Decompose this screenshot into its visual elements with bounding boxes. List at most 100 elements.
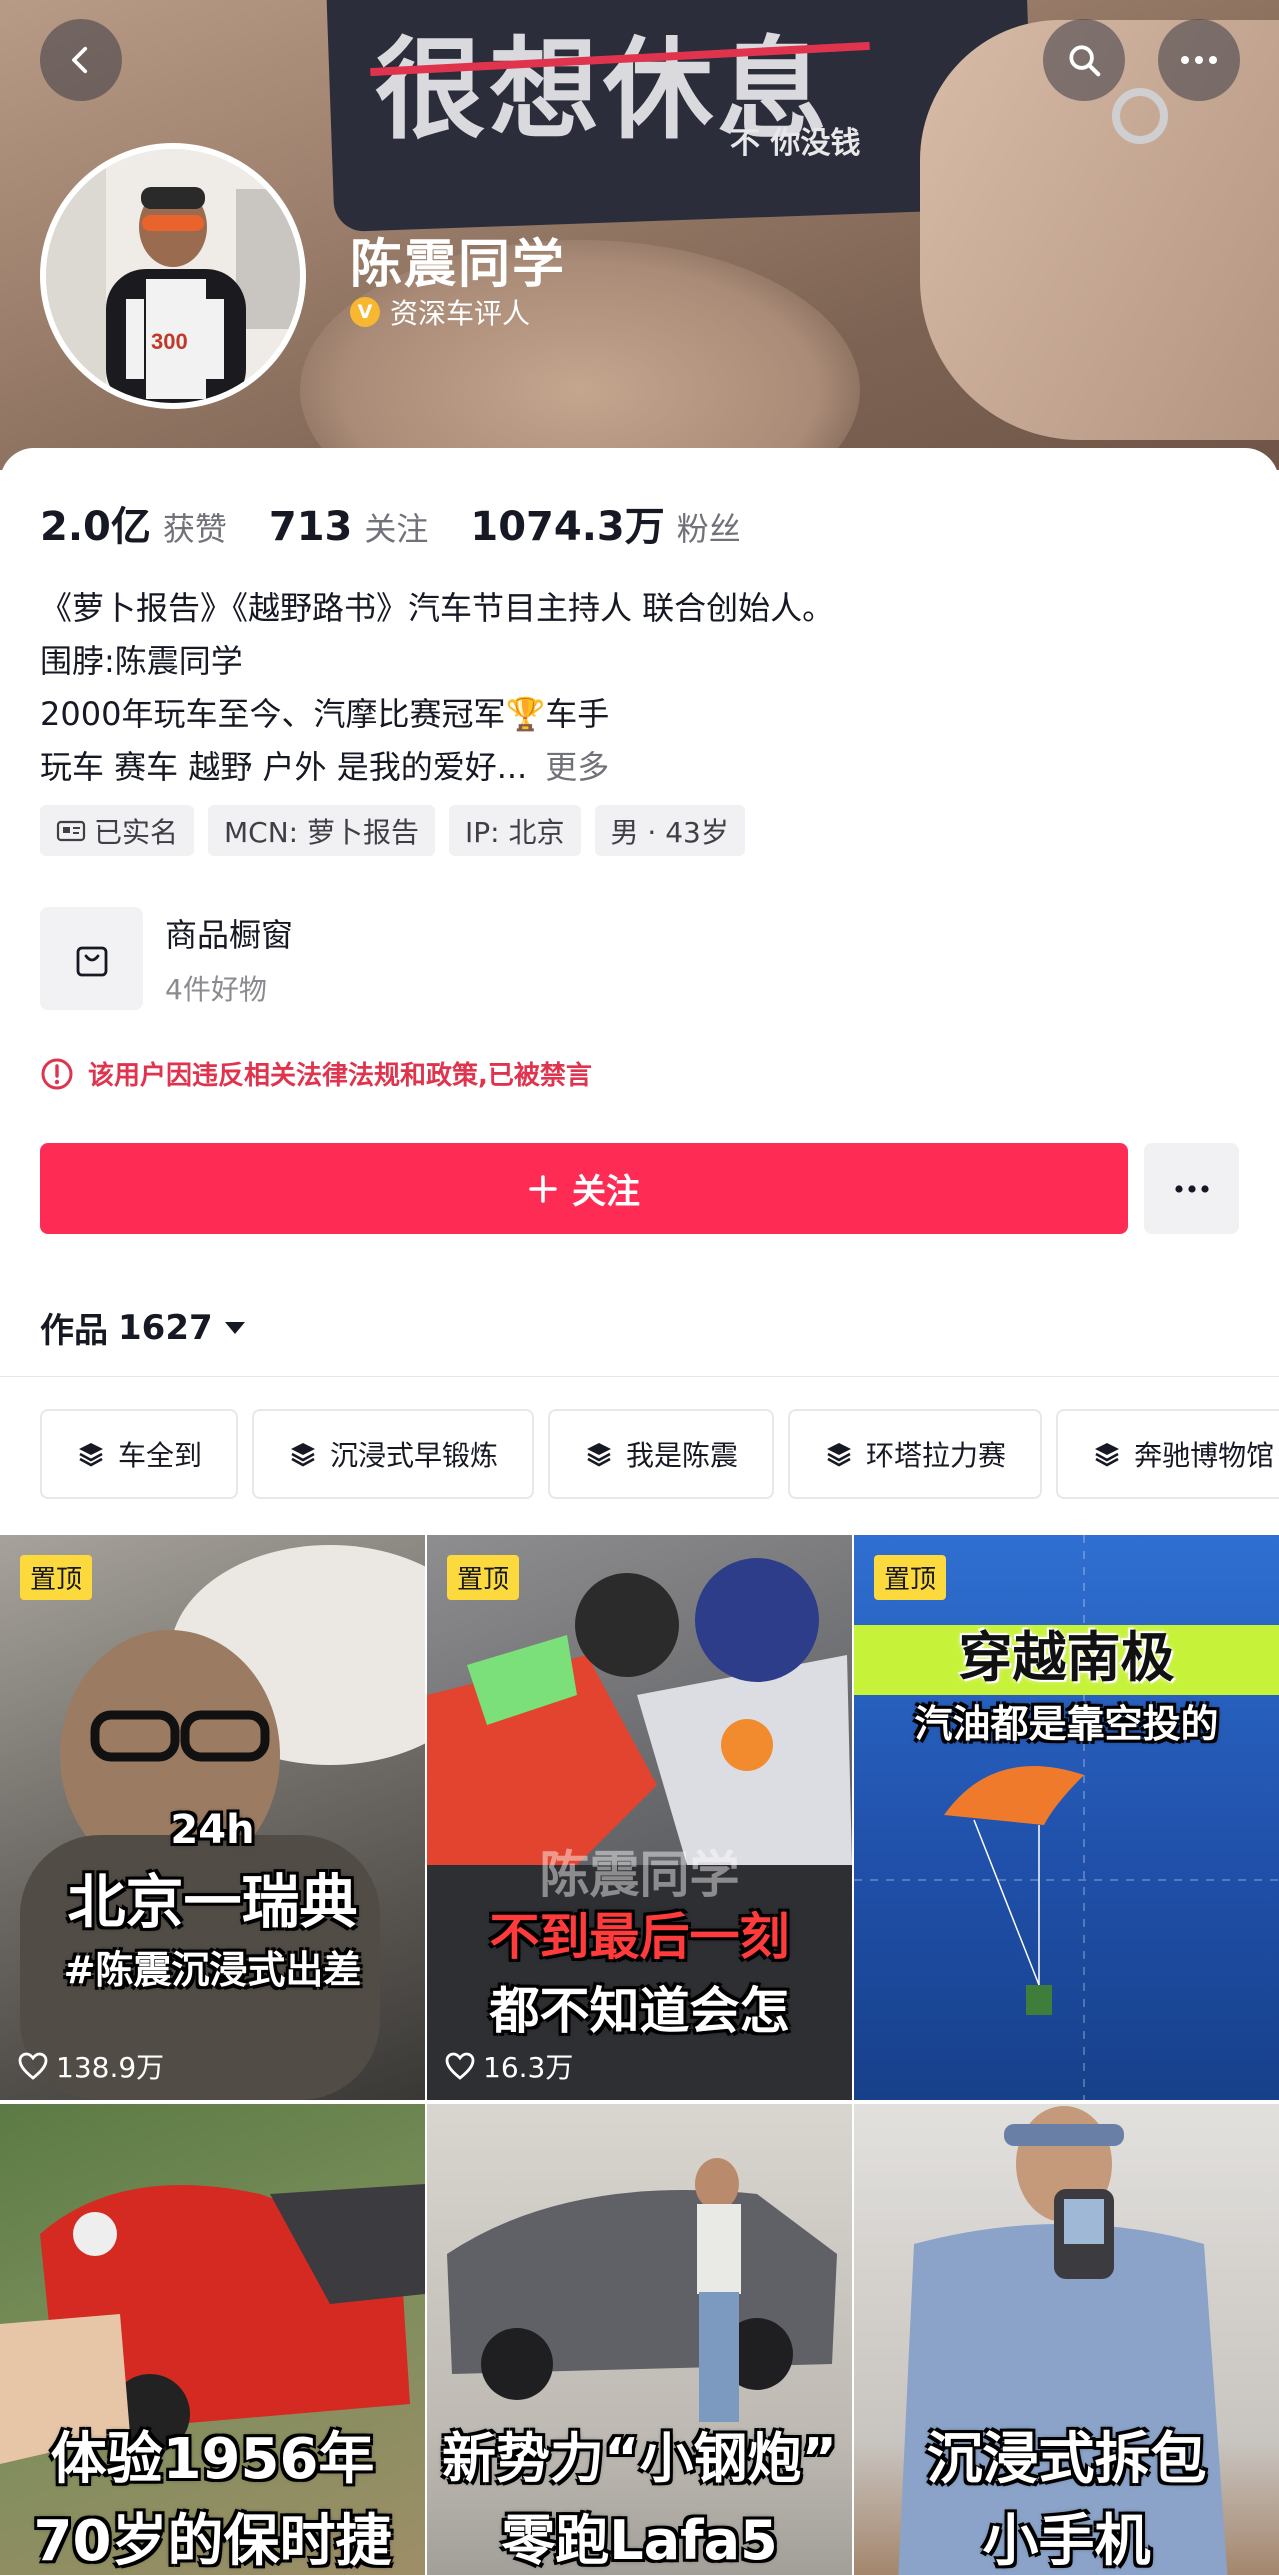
tag-label: MCN: 萝卜报告 (224, 815, 420, 849)
shop-icon-box (40, 907, 143, 1010)
collection-label: 我是陈震 (626, 1439, 739, 1472)
works-count: 1627 (118, 1307, 213, 1348)
avatar[interactable]: 300 (40, 143, 306, 409)
video-caption-line1: 不到最后一刻 (489, 1908, 790, 1966)
tag-ip: IP: 北京 (449, 805, 581, 856)
bio-more-link[interactable]: 更多 (545, 748, 609, 786)
collection-label: 车全到 (118, 1439, 203, 1472)
pinned-badge: 置顶 (20, 1555, 93, 1600)
video-caption-line1: 沉浸式拆包 (926, 2427, 1207, 2492)
nickname: 陈震同学 (350, 235, 567, 295)
tag-real-name[interactable]: 已实名 (40, 805, 195, 856)
works-tab[interactable]: 作品 1627 (40, 1303, 247, 1352)
verification-label: 资深车评人 (390, 297, 531, 330)
collection-label: 奔驰博物馆 (1134, 1439, 1275, 1472)
like-count-value: 138.9万 (56, 2051, 165, 2084)
video-tile[interactable]: 体验1956年 70岁的保时捷 (0, 2104, 425, 2575)
more-actions-button[interactable] (1144, 1143, 1239, 1234)
collection-chip[interactable]: 奔驰博物馆 (1056, 1409, 1279, 1499)
video-caption-line2: 汽油都是靠空投的 (914, 1702, 1219, 1746)
layers-icon (1095, 1443, 1120, 1467)
tag-label: 已实名 (94, 815, 179, 849)
video-caption-line1: 北京一瑞典 (67, 1868, 358, 1936)
shop-subtitle: 4件好物 (165, 972, 267, 1006)
stat-label: 关注 (364, 510, 429, 548)
collection-chip[interactable]: 我是陈震 (548, 1409, 775, 1499)
plus-icon (529, 1174, 557, 1203)
ban-warning-text: 该用户因违反相关法律法规和政策,已被禁言 (88, 1061, 592, 1091)
layers-icon (587, 1443, 612, 1467)
more-options-button[interactable] (1158, 19, 1240, 101)
collection-label: 沉浸式早锻炼 (330, 1439, 499, 1472)
video-tile[interactable]: 新势力“小钢炮” 零跑Lafa5 (427, 2104, 852, 2575)
pinned-badge: 置顶 (874, 1555, 947, 1600)
tag-label: IP: 北京 (465, 815, 565, 849)
like-count: 16.3万 (445, 2046, 573, 2086)
video-caption-line1: 穿越南极 (958, 1626, 1175, 1689)
tag-mcn[interactable]: MCN: 萝卜报告 (208, 805, 436, 856)
shop-window[interactable]: 商品橱窗 4件好物 (40, 907, 293, 1010)
follow-label: 关注 (572, 1172, 640, 1212)
caret-down-icon (224, 1321, 245, 1334)
shop-title: 商品橱窗 (165, 915, 294, 954)
follow-button[interactable]: 关注 (40, 1143, 1128, 1234)
bio-line: 2000年玩车至今、汽摩比赛冠军🏆车手 (40, 695, 610, 733)
video-caption-line2: 都不知道会怎 (489, 1982, 790, 2040)
shopping-bag-icon (76, 946, 107, 976)
heart-icon (445, 2052, 475, 2080)
video-caption-line2: 零跑Lafa5 (501, 2509, 778, 2572)
ellipsis-icon (1181, 56, 1217, 64)
search-button[interactable] (1043, 19, 1125, 101)
video-caption-line2: 70岁的保时捷 (33, 2509, 392, 2574)
stat-label: 获赞 (162, 510, 227, 548)
heart-icon (18, 2052, 48, 2080)
alert-circle-icon (41, 1058, 73, 1089)
layers-icon (291, 1443, 316, 1467)
video-tile[interactable]: 置顶 陈震同学 不到最后一刻 都不知道会怎 16.3万 (427, 1535, 852, 2100)
like-count: 138.9万 (18, 2046, 164, 2086)
back-button[interactable] (40, 19, 122, 101)
ban-warning: 该用户因违反相关法律法规和政策,已被禁言 (40, 1055, 592, 1092)
bio-line: 围脖:陈震同学 (40, 642, 243, 680)
stat-label: 粉丝 (676, 510, 741, 548)
stat-value: 2.0亿 (40, 504, 151, 550)
tag-gender-age: 男 · 43岁 (594, 805, 745, 856)
collections-row: 车全到 沉浸式早锻炼 我是陈震 环塔拉力赛 奔驰博物馆 (40, 1409, 1279, 1499)
pinned-badge: 置顶 (447, 1555, 520, 1600)
ellipsis-icon (1174, 1184, 1209, 1193)
banner-ring (1112, 88, 1168, 144)
bio-line: 玩车 赛车 越野 户外 是我的爱好... 更多 (40, 741, 834, 794)
profile-bio: 《萝卜报告》《越野路书》汽车节目主持人 联合创始人。 围脖:陈震同学 2000年… (40, 582, 834, 794)
collection-chip[interactable]: 车全到 (40, 1409, 239, 1499)
video-tile[interactable]: 沉浸式拆包 小手机 (854, 2104, 1279, 2575)
verified-icon: V (350, 297, 380, 327)
layers-icon (79, 1443, 103, 1467)
stat-following[interactable]: 713 关注 (269, 504, 429, 550)
collection-chip[interactable]: 环塔拉力赛 (788, 1409, 1043, 1499)
video-tile[interactable]: 置顶 24h 北京一瑞典 #陈震沉浸式出差 138.9万 (0, 1535, 425, 2100)
stat-followers[interactable]: 1074.3万 粉丝 (470, 494, 740, 552)
banner-sign-subtext: 不 你没钱 (730, 126, 861, 161)
stat-value: 1074.3万 (470, 504, 665, 550)
video-caption-line1: 新势力“小钢炮” (442, 2427, 837, 2490)
bio-line-text: 玩车 赛车 越野 户外 是我的爱好... (40, 748, 528, 786)
video-caption-line2: 小手机 (982, 2509, 1151, 2574)
collection-chip[interactable]: 沉浸式早锻炼 (252, 1409, 535, 1499)
shop-text: 商品橱窗 4件好物 (165, 910, 293, 1008)
profile-stats: 2.0亿 获赞 713 关注 1074.3万 粉丝 (40, 494, 783, 552)
verification-badge: V 资深车评人 (350, 292, 530, 332)
svg-text:300: 300 (151, 329, 188, 354)
tag-label: 男 · 43岁 (610, 815, 729, 849)
bio-line: 《萝卜报告》《越野路书》汽车节目主持人 联合创始人。 (40, 589, 835, 627)
profile-tags: 已实名 MCN: 萝卜报告 IP: 北京 男 · 43岁 (40, 805, 745, 856)
stat-value: 713 (268, 504, 353, 550)
video-caption-line1: 体验1956年 (50, 2427, 375, 2492)
avatar-image: 300 (46, 149, 300, 403)
video-caption-small: 24h (170, 1807, 255, 1853)
stat-likes: 2.0亿 获赞 (40, 494, 227, 552)
search-icon (1069, 45, 1101, 77)
video-tile[interactable]: 置顶 穿越南极 汽油都是靠空投的 (854, 1535, 1279, 2100)
like-count-value: 16.3万 (483, 2051, 574, 2084)
chevron-left-icon (72, 46, 88, 74)
works-label: 作品 (40, 1311, 108, 1351)
